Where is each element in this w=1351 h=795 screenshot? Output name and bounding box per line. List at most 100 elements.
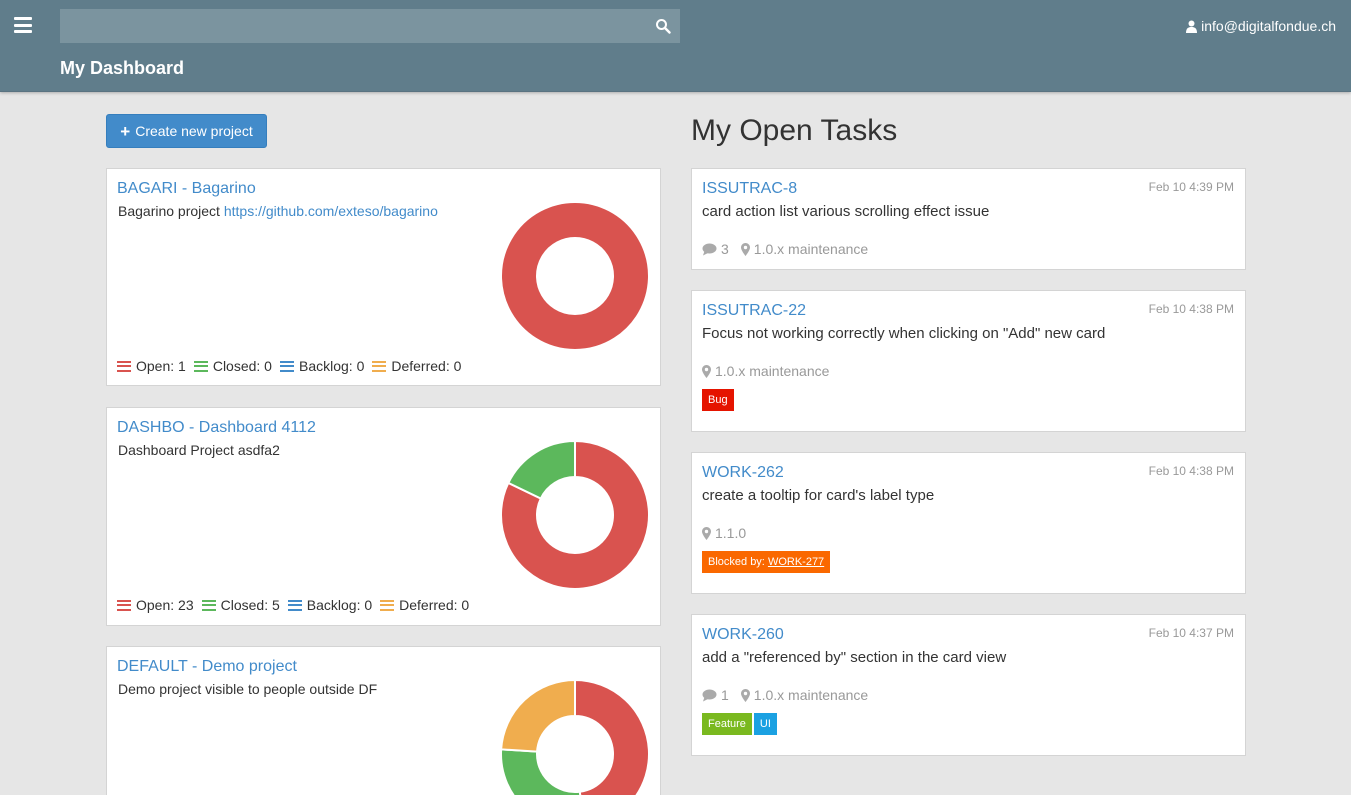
stat-open: Open: 1 (117, 358, 186, 374)
task-id[interactable]: ISSUTRAC-8 (702, 180, 797, 198)
project-title[interactable]: DEFAULT - Demo project (117, 658, 297, 676)
task-title: card action list various scrolling effec… (702, 203, 990, 220)
project-status-donut (500, 440, 650, 590)
task-meta: 3 1.0.x maintenance (702, 241, 868, 257)
stat-closed: Closed: 0 (193, 358, 272, 374)
project-title[interactable]: DASHBO - Dashboard 4112 (117, 419, 316, 437)
project-description-text: Dashboard Project asdfa2 (118, 442, 280, 458)
milestone: 1.0.x maintenance (753, 687, 869, 703)
stat-backlog: Backlog: 0 (279, 358, 365, 374)
project-link[interactable]: https://github.com/exteso/bagarino (224, 203, 438, 219)
user-icon (1186, 20, 1198, 33)
project-status-donut (500, 679, 650, 795)
task-meta: 1.0.x maintenance (702, 363, 829, 379)
donut-slice-deferred (500, 679, 576, 753)
map-marker-icon (740, 242, 750, 256)
user-menu[interactable]: info@digitalfondue.ch (1186, 18, 1336, 34)
project-card: BAGARI - Bagarino Bagarino project https… (106, 168, 661, 386)
stat-deferred-text: Deferred: 0 (391, 358, 462, 374)
stat-backlog: Backlog: 0 (287, 597, 373, 613)
project-card: DASHBO - Dashboard 4112 Dashboard Projec… (106, 407, 661, 626)
project-description: Demo project visible to people outside D… (118, 681, 377, 697)
create-project-label: Create new project (135, 123, 253, 139)
milestone: 1.0.x maintenance (753, 241, 869, 257)
comment-icon (702, 243, 717, 255)
top-bar: info@digitalfondue.ch My Dashboard (0, 0, 1351, 92)
user-email[interactable]: info@digitalfondue.ch (1201, 18, 1336, 34)
task-time: Feb 10 4:37 PM (1148, 626, 1234, 640)
project-description-text: Bagarino project (118, 203, 220, 219)
stat-closed-text: Closed: 0 (212, 358, 272, 374)
task-id[interactable]: ISSUTRAC-22 (702, 302, 806, 320)
status-list-icon (372, 360, 387, 372)
status-list-icon (201, 599, 216, 611)
search-input[interactable] (60, 9, 680, 43)
label-blocked-by[interactable]: Blocked by: WORK-277 (702, 551, 831, 573)
task-time: Feb 10 4:38 PM (1148, 464, 1234, 478)
task-card[interactable]: WORK-260 Feb 10 4:37 PM add a "reference… (691, 614, 1246, 756)
comment-icon (702, 689, 717, 701)
stat-deferred: Deferred: 0 (372, 358, 461, 374)
stat-deferred-text: Deferred: 0 (399, 597, 470, 613)
search-bar[interactable] (60, 9, 680, 43)
task-title: Focus not working correctly when clickin… (702, 325, 1106, 342)
project-title[interactable]: BAGARI - Bagarino (117, 180, 256, 198)
menu-icon[interactable] (14, 17, 32, 33)
stat-open-text: Open: 1 (136, 358, 186, 374)
task-card[interactable]: WORK-262 Feb 10 4:38 PM create a tooltip… (691, 452, 1246, 594)
task-id[interactable]: WORK-262 (702, 464, 784, 482)
map-marker-icon (702, 526, 711, 540)
project-status-donut (500, 201, 650, 351)
status-list-icon (380, 599, 395, 611)
task-labels: Blocked by: WORK-277 (702, 551, 831, 573)
task-meta: 1.1.0 (702, 525, 746, 541)
task-title: add a "referenced by" section in the car… (702, 649, 1007, 666)
map-marker-icon (740, 688, 750, 702)
stat-open-text: Open: 23 (136, 597, 194, 613)
comment-count: 1 (721, 687, 729, 703)
task-time: Feb 10 4:38 PM (1148, 302, 1234, 316)
status-list-icon (193, 360, 208, 372)
label-blocked-by-text: Blocked by: (708, 556, 765, 568)
comment-count: 3 (721, 241, 729, 257)
task-card[interactable]: ISSUTRAC-8 Feb 10 4:39 PM card action li… (691, 168, 1246, 270)
task-title: create a tooltip for card's label type (702, 487, 935, 504)
stat-deferred: Deferred: 0 (380, 597, 469, 613)
task-meta: 1 1.0.x maintenance (702, 687, 868, 703)
stat-closed: Closed: 5 (201, 597, 280, 613)
task-labels: Bug (702, 389, 734, 411)
plus-icon: + (120, 121, 131, 141)
stat-backlog-text: Backlog: 0 (298, 358, 365, 374)
project-description: Dashboard Project asdfa2 (118, 442, 280, 458)
label-ui[interactable]: UI (753, 713, 777, 735)
task-id[interactable]: WORK-260 (702, 626, 784, 644)
task-card[interactable]: ISSUTRAC-22 Feb 10 4:38 PM Focus not wor… (691, 290, 1246, 432)
donut-slice-open (574, 679, 650, 795)
page-title: My Dashboard (60, 58, 185, 78)
stat-open: Open: 23 (117, 597, 194, 613)
search-icon[interactable] (655, 18, 671, 34)
label-bug[interactable]: Bug (702, 389, 734, 411)
status-list-icon (279, 360, 294, 372)
status-list-icon (117, 599, 131, 611)
donut-slice-closed (500, 748, 582, 795)
stat-closed-text: Closed: 5 (220, 597, 280, 613)
task-labels: Feature UI (702, 713, 777, 735)
map-marker-icon (702, 364, 711, 378)
task-time: Feb 10 4:39 PM (1148, 180, 1234, 194)
project-description-text: Demo project visible to people outside D… (118, 681, 378, 697)
tasks-heading: My Open Tasks (691, 114, 898, 147)
stat-backlog-text: Backlog: 0 (306, 597, 373, 613)
status-list-icon (287, 599, 302, 611)
project-description: Bagarino project https://github.com/exte… (118, 203, 438, 219)
milestone: 1.0.x maintenance (715, 363, 830, 379)
milestone: 1.1.0 (715, 525, 747, 541)
blocked-by-link[interactable]: WORK-277 (768, 556, 824, 568)
project-card: DEFAULT - Demo project Demo project visi… (106, 646, 661, 795)
project-stats: Open: 1 Closed: 0 Backlog: 0 Deferred: 0 (117, 358, 461, 374)
donut-slice-open (500, 201, 650, 351)
project-stats: Open: 23 Closed: 5 Backlog: 0 Deferred: … (117, 597, 469, 613)
status-list-icon (117, 360, 131, 372)
create-project-button[interactable]: + Create new project (106, 114, 267, 148)
label-feature[interactable]: Feature (702, 713, 752, 735)
